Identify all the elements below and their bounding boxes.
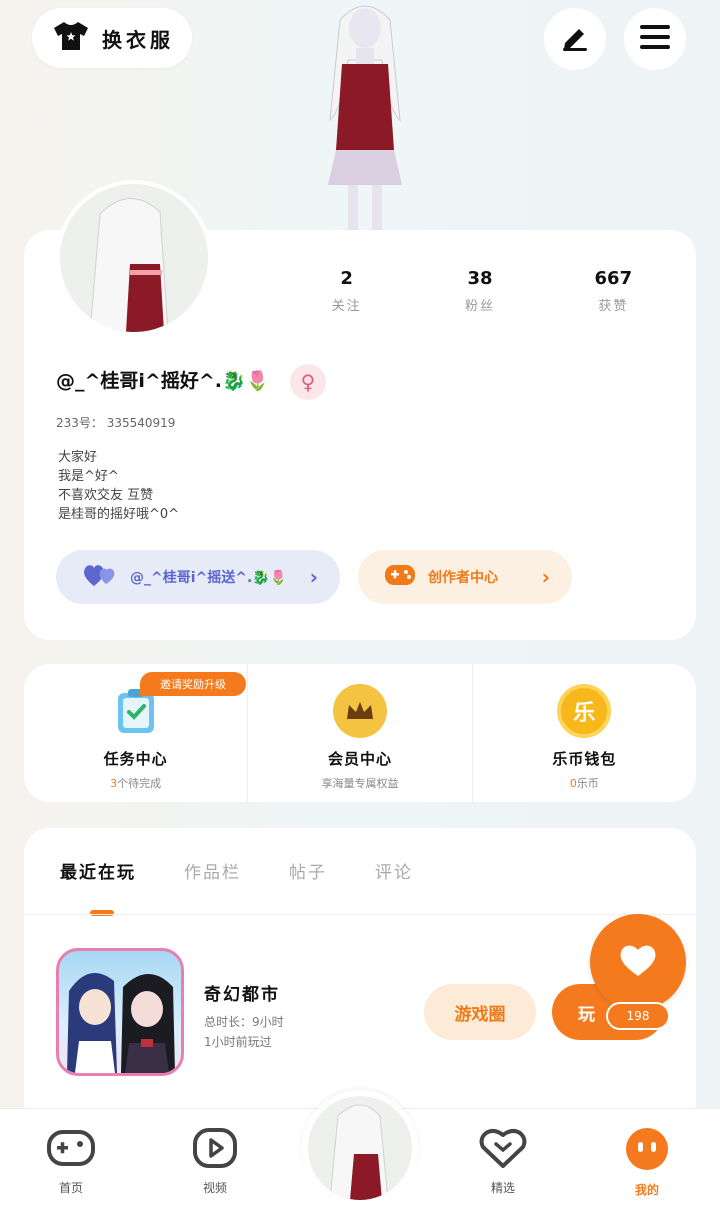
user-id: 233号： 335540919 <box>56 416 176 430</box>
tab-comments[interactable]: 评论 <box>375 858 413 883</box>
gamepad-icon <box>46 1130 96 1173</box>
coin-wallet-sub-text: 乐币 <box>576 777 599 790</box>
hamburger-menu-icon <box>639 23 671 55</box>
menu-button[interactable] <box>624 8 686 70</box>
nav-video-label: 视频 <box>202 1181 227 1195</box>
tab-works[interactable]: 作品栏 <box>184 858 241 883</box>
tab-posts[interactable]: 帖子 <box>289 858 327 883</box>
change-outfit-label: 换衣服 <box>102 27 174 52</box>
nav-home[interactable]: 首页 <box>26 1127 116 1196</box>
fan-club-label: @_^桂哥i^摇送^.🐉🌷 <box>130 570 288 586</box>
profile-stats: 2 关注 38 粉丝 667 获赞 <box>280 268 680 314</box>
task-center-title: 任务中心 <box>103 750 168 768</box>
nav-featured[interactable]: 精选 <box>458 1127 548 1196</box>
vip-center[interactable]: 会员中心 享海量专属权益 <box>247 664 471 802</box>
creator-center-button[interactable]: 创作者中心 › <box>358 550 572 604</box>
coin-wallet-subtitle: 0乐币 <box>473 775 696 791</box>
like-count: 198 <box>606 1002 670 1030</box>
coin-wallet-title: 乐币钱包 <box>552 750 617 768</box>
coin-balance: 0 <box>569 777 577 790</box>
stat-value: 38 <box>467 268 493 289</box>
hearts-icon <box>82 562 118 592</box>
gamepad-plus-icon <box>384 562 416 592</box>
stat-value: 667 <box>594 268 633 289</box>
edit-button[interactable] <box>544 8 606 70</box>
fan-club-button[interactable]: @_^桂哥i^摇送^.🐉🌷 › <box>56 550 340 604</box>
face-icon <box>624 1128 670 1175</box>
game-name: 奇幻都市 <box>204 985 280 1005</box>
nav-video[interactable]: 视频 <box>170 1127 260 1196</box>
profile-bio: 大家好 我是^好^ 不喜欢交友 互赞 是桂哥的摇好哦^0^ <box>58 450 180 522</box>
active-tab-indicator <box>90 910 114 916</box>
tab-recently-played[interactable]: 最近在玩 <box>60 858 136 883</box>
activity-tabs: 最近在玩 作品栏 帖子 评论 <box>60 858 413 883</box>
task-center-subtitle: 3个待完成 <box>24 775 247 791</box>
game-last-played: 1小时前玩过 <box>204 1035 272 1049</box>
heart-chevron-icon <box>478 1128 528 1173</box>
stat-label: 获赞 <box>598 299 629 314</box>
nav-center-avatar[interactable] <box>302 1090 418 1206</box>
nav-featured-label: 精选 <box>490 1181 515 1195</box>
profile-avatar[interactable] <box>56 180 212 336</box>
stat-label: 关注 <box>331 299 362 314</box>
username: @_^桂哥i^摇好^.🐉🌷 <box>56 370 270 392</box>
vip-center-subtitle: 享海量专属权益 <box>321 777 399 790</box>
chevron-right-icon: › <box>541 565 550 589</box>
female-gender-icon: ♀ <box>290 364 326 400</box>
nav-home-label: 首页 <box>58 1181 83 1195</box>
play-video-icon <box>192 1128 238 1173</box>
tabs-divider <box>24 914 696 915</box>
chevron-right-icon: › <box>309 565 318 589</box>
task-reward-badge: 邀请奖励升级 <box>140 672 246 696</box>
services-card: 任务中心 3个待完成 会员中心 享海量专属权益 乐 乐币钱包 0乐币 <box>24 664 696 802</box>
stat-label: 粉丝 <box>464 299 495 314</box>
task-center-sub-text: 个待完成 <box>117 777 162 790</box>
nav-me-label: 我的 <box>634 1183 659 1197</box>
crown-icon <box>332 684 387 738</box>
game-circle-button[interactable]: 游戏圈 <box>424 984 536 1040</box>
coin-icon: 乐 <box>557 684 612 738</box>
game-thumbnail[interactable] <box>56 948 184 1076</box>
creator-center-label: 创作者中心 <box>428 570 498 586</box>
coin-wallet[interactable]: 乐 乐币钱包 0乐币 <box>471 664 696 802</box>
coin-char: 乐 <box>573 701 596 726</box>
heart-icon <box>618 942 658 982</box>
avatar-character-figure[interactable] <box>300 0 430 232</box>
nav-me[interactable]: 我的 <box>602 1127 692 1198</box>
stat-following[interactable]: 2 关注 <box>280 268 413 314</box>
stat-likes[interactable]: 667 获赞 <box>547 268 680 314</box>
stat-value: 2 <box>340 268 353 289</box>
pencil-icon <box>559 21 591 57</box>
like-button[interactable] <box>590 914 686 1010</box>
change-outfit-button[interactable]: 换衣服 <box>32 8 192 68</box>
stat-fans[interactable]: 38 粉丝 <box>413 268 546 314</box>
vip-center-title: 会员中心 <box>327 750 392 768</box>
tshirt-icon <box>52 20 90 56</box>
game-meta: 总时长：9小时 1小时前玩过 <box>204 1012 284 1052</box>
game-total-time: 总时长：9小时 <box>204 1015 284 1029</box>
